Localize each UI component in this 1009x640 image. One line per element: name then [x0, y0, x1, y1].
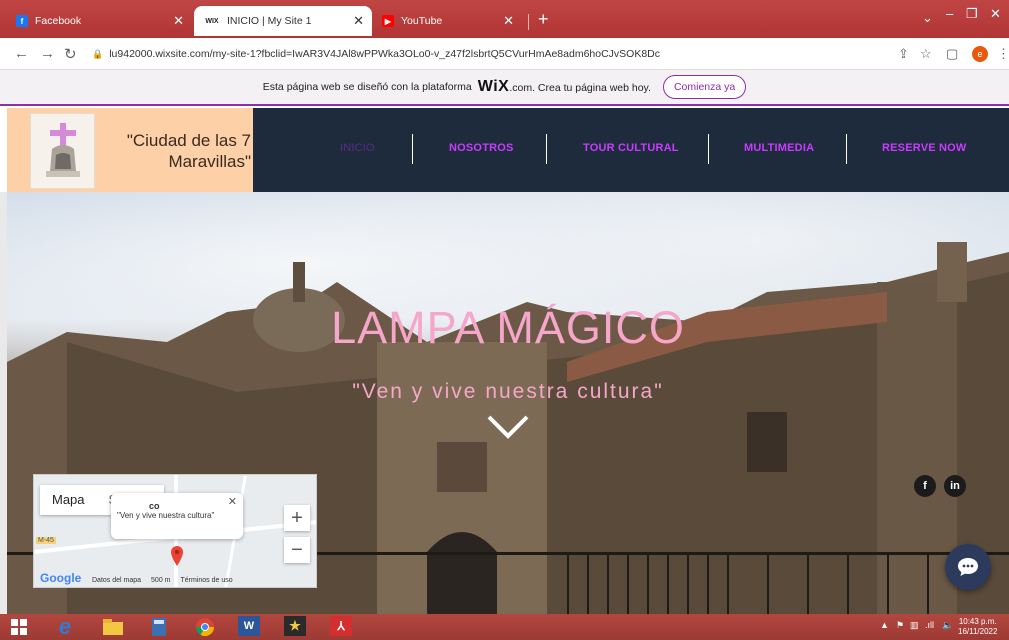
nav-inicio[interactable]: INICIO: [340, 142, 375, 154]
nav-multimedia[interactable]: MULTIMEDIA: [744, 142, 814, 154]
tab-label: YouTube: [401, 15, 443, 27]
wix-promo-banner: Esta página web se diseñó con la platafo…: [0, 70, 1009, 106]
file-explorer-icon[interactable]: [100, 616, 126, 638]
hero-title: LAMPA MÁGICO: [331, 302, 685, 353]
linkedin-icon[interactable]: in: [944, 475, 966, 497]
close-tab-icon[interactable]: ✕: [353, 13, 364, 29]
windows-start-icon[interactable]: [6, 616, 32, 638]
banner-text-after: .com. Crea tu página web hoy.: [509, 82, 651, 94]
site-header: "Ciudad de las 7 Maravillas" INICIO NOSO…: [7, 108, 1009, 192]
close-icon[interactable]: ✕: [228, 495, 237, 508]
start-now-button[interactable]: Comienza ya: [662, 75, 747, 99]
calculator-icon[interactable]: [146, 616, 172, 638]
road-label: M-45: [36, 537, 56, 544]
flag-icon[interactable]: ⚑: [896, 620, 904, 631]
google-logo-text: Google: [40, 571, 82, 585]
nav-divider: [846, 134, 847, 164]
scroll-down-chevron-icon[interactable]: [486, 414, 530, 440]
map-terms-link[interactable]: Términos de uso: [181, 577, 233, 584]
map-pin-icon[interactable]: [170, 545, 184, 567]
map-footer: Datos del mapa 500 m Términos de uso: [92, 577, 233, 584]
tab-label: Facebook: [35, 15, 82, 27]
minimize-icon[interactable]: –: [946, 6, 953, 21]
profile-avatar[interactable]: e: [972, 46, 988, 62]
hero-subtitle: "Ven y vive nuestra cultura": [352, 380, 664, 403]
tab-separator: [528, 14, 529, 30]
youtube-favicon-icon: ▶: [382, 15, 394, 27]
forward-icon[interactable]: →: [40, 45, 55, 62]
chat-button[interactable]: [945, 544, 991, 590]
signal-icon[interactable]: .ıll: [925, 620, 934, 630]
reload-icon[interactable]: ↻: [64, 45, 77, 63]
site-title: "Ciudad de las 7 Maravillas": [126, 131, 251, 171]
google-map[interactable]: M-45 Mapa Satélite ✕ co "Ven y vive nues…: [33, 474, 317, 588]
map-info-subtitle: "Ven y vive nuestra cultura": [117, 511, 215, 520]
close-window-icon[interactable]: ✕: [990, 6, 1001, 22]
map-info-title: co: [149, 501, 160, 511]
nav-nosotros[interactable]: NOSOTROS: [449, 142, 514, 154]
side-panel-icon[interactable]: ▢: [946, 46, 958, 62]
windows-taskbar: e W ★ ⅄ ▲ ⚑ ▥ .ıll 🔈 10:43 p.m. 16/11/20…: [0, 614, 1009, 640]
wix-favicon-icon: WIX: [205, 17, 219, 25]
lock-icon: 🔒: [92, 48, 104, 59]
internet-explorer-icon[interactable]: e: [52, 614, 78, 639]
map-data-link[interactable]: Datos del mapa: [92, 577, 141, 584]
back-icon[interactable]: ←: [14, 45, 29, 62]
tab-facebook[interactable]: f Facebook ✕: [6, 6, 192, 36]
nav-divider: [546, 134, 547, 164]
bookmark-star-icon[interactable]: ☆: [920, 46, 932, 62]
acrobat-reader-icon[interactable]: ⅄: [330, 616, 352, 636]
zoom-out-button[interactable]: −: [284, 537, 310, 563]
google-logo: Google: [40, 571, 81, 585]
tab-search-chevron-icon[interactable]: ⌄: [922, 10, 933, 26]
word-icon[interactable]: W: [238, 616, 260, 636]
zoom-in-button[interactable]: +: [284, 505, 310, 531]
share-icon[interactable]: ⇪: [898, 46, 909, 62]
close-tab-icon[interactable]: ✕: [173, 13, 184, 29]
chat-bubble-icon: [958, 558, 978, 576]
movie-maker-icon[interactable]: ★: [284, 616, 306, 636]
page-scrollbar[interactable]: [0, 192, 7, 614]
nav-divider: [412, 134, 413, 164]
browser-tab-bar: f Facebook ✕ WIX INICIO | My Site 1 ✕ ▶ …: [0, 0, 1009, 38]
address-bar-row: ← → ↻ 🔒 lu942000.wixsite.com/my-site-1?f…: [0, 38, 1009, 70]
map-info-window: ✕ co "Ven y vive nuestra cultura": [111, 493, 243, 539]
church-logo-image[interactable]: [30, 113, 95, 189]
tab-wix-site[interactable]: WIX INICIO | My Site 1 ✕: [194, 6, 372, 36]
facebook-icon[interactable]: f: [914, 475, 936, 497]
nav-divider: [708, 134, 709, 164]
nav-tour-cultural[interactable]: TOUR CULTURAL: [583, 142, 679, 154]
facebook-favicon-icon: f: [16, 15, 28, 27]
new-tab-button[interactable]: +: [538, 10, 549, 28]
volume-icon[interactable]: 🔈: [942, 620, 953, 631]
nav-reserve-now[interactable]: RESERVE NOW: [882, 142, 967, 154]
close-tab-icon[interactable]: ✕: [503, 13, 514, 29]
restore-icon[interactable]: ❐: [966, 6, 978, 22]
tab-youtube[interactable]: ▶ YouTube ✕: [372, 6, 522, 36]
logo-panel: "Ciudad de las 7 Maravillas": [7, 108, 253, 192]
tab-label: INICIO | My Site 1: [227, 15, 312, 27]
clock-time: 10:43 p.m.: [958, 617, 997, 626]
wix-logo: WiX: [477, 78, 510, 95]
map-scale: 500 m: [151, 577, 171, 584]
clock-date: 16/11/2022: [958, 627, 998, 636]
taskbar-clock[interactable]: 10:43 p.m. 16/11/2022: [958, 617, 997, 637]
network-icon[interactable]: ▥: [910, 620, 919, 631]
menu-dots-icon[interactable]: ⋮: [997, 46, 1009, 62]
map-tab-mapa[interactable]: Mapa: [40, 485, 97, 515]
url-text: lu942000.wixsite.com/my-site-1?fbclid=Iw…: [109, 48, 661, 60]
url-field[interactable]: 🔒 lu942000.wixsite.com/my-site-1?fbclid=…: [92, 43, 912, 65]
chrome-icon[interactable]: [192, 616, 218, 638]
banner-text: Esta página web se diseñó con la platafo…: [262, 81, 472, 93]
show-hidden-icons-icon[interactable]: ▲: [880, 620, 889, 630]
